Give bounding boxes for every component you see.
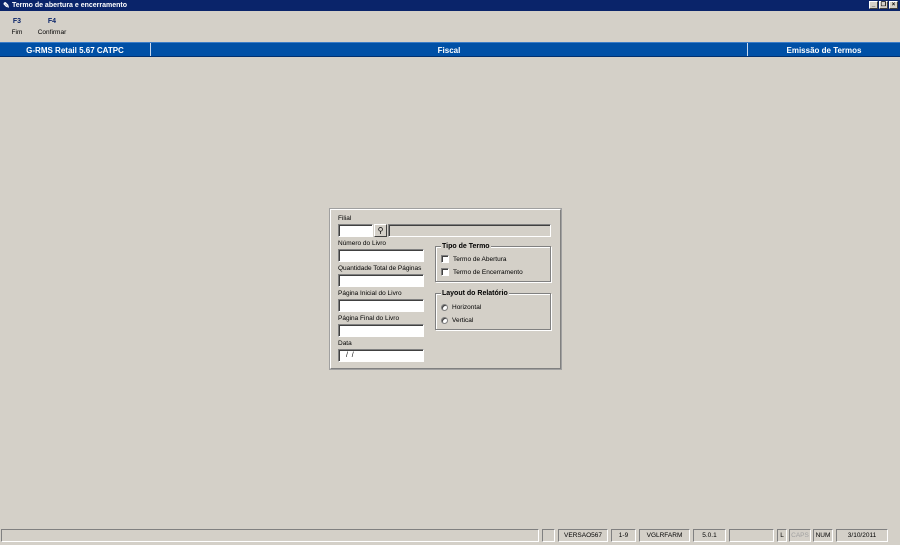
pagina-final-label: Página Final do Livro — [338, 315, 400, 322]
filial-label: Filial — [338, 215, 352, 222]
status-cell — [542, 529, 555, 542]
horizontal-option[interactable]: Horizontal — [441, 304, 481, 311]
termo-encerramento-option[interactable]: Termo de Encerramento — [441, 268, 523, 276]
minimize-button[interactable]: _ — [869, 1, 878, 9]
system-name: G-RMS Retail 5.67 CATPC — [26, 46, 124, 55]
layout-relatorio-group: Layout do Relatório Horizontal Vertical — [435, 289, 551, 330]
binoculars-icon[interactable]: ⚲ — [374, 224, 387, 237]
confirmar-button[interactable]: F4 Confirmar — [34, 16, 70, 38]
tipo-termo-group: Tipo de Termo Termo de Abertura Termo de… — [435, 242, 551, 282]
confirmar-key: F4 — [47, 18, 57, 25]
numero-livro-input[interactable] — [338, 249, 424, 262]
status-num: NUM — [813, 529, 833, 542]
termo-abertura-checkbox[interactable] — [441, 255, 449, 263]
status-range: 1-9 — [611, 529, 636, 542]
horizontal-radio[interactable] — [441, 304, 448, 311]
window-title-bar[interactable]: ✎ Termo de abertura e encerramento _ ❐ × — [0, 0, 900, 11]
screen-name: Emissão de Termos — [786, 46, 862, 55]
pagina-inicial-label: Página Inicial do Livro — [338, 290, 402, 297]
vertical-label: Vertical — [452, 317, 474, 324]
termo-abertura-label: Termo de Abertura — [453, 255, 507, 263]
vertical-option[interactable]: Vertical — [441, 317, 473, 324]
window-title: Termo de abertura e encerramento — [12, 2, 128, 9]
status-message — [1, 529, 539, 542]
termo-abertura-option[interactable]: Termo de Abertura — [441, 255, 506, 263]
restore-button[interactable]: ❐ — [879, 1, 888, 9]
context-header-bar: G-RMS Retail 5.67 CATPC Fiscal Emissão d… — [0, 42, 900, 57]
quantidade-paginas-label: Quantidade Total de Páginas — [338, 265, 422, 272]
horizontal-label: Horizontal — [452, 304, 482, 311]
status-bar: VERSAO567 1-9 VGLRFARM 5.0.1 L CAPS NUM … — [0, 529, 900, 543]
status-release: 5.0.1 — [693, 529, 726, 542]
status-l: L — [777, 529, 787, 542]
pagina-inicial-input[interactable] — [338, 299, 424, 312]
fim-button[interactable]: F3 Fim — [8, 16, 26, 38]
close-button[interactable]: × — [889, 1, 898, 9]
vertical-radio[interactable] — [441, 317, 448, 324]
window-controls: _ ❐ × — [869, 1, 898, 9]
termo-encerramento-checkbox[interactable] — [441, 268, 449, 276]
layout-relatorio-legend: Layout do Relatório — [441, 289, 509, 298]
form-panel: Filial ⚲ Número do Livro Quantidade Tota… — [329, 208, 562, 370]
app-icon: ✎ — [3, 1, 10, 10]
status-version: VERSAO567 — [558, 529, 608, 542]
fim-key: F3 — [12, 18, 22, 25]
fim-label: Fim — [11, 29, 23, 36]
status-caps: CAPS — [789, 529, 811, 542]
quantidade-paginas-input[interactable] — [338, 274, 424, 287]
data-label: Data — [338, 340, 352, 347]
confirmar-label: Confirmar — [37, 29, 67, 36]
status-date: 3/10/2011 — [836, 529, 888, 542]
data-input[interactable]: / / — [338, 349, 424, 362]
termo-encerramento-label: Termo de Encerramento — [453, 268, 523, 276]
tipo-termo-legend: Tipo de Termo — [441, 242, 491, 251]
status-database: VGLRFARM — [639, 529, 690, 542]
status-cell — [729, 529, 774, 542]
filial-name-field — [388, 224, 551, 237]
numero-livro-label: Número do Livro — [338, 240, 387, 247]
pagina-final-input[interactable] — [338, 324, 424, 337]
filial-input[interactable] — [338, 224, 373, 237]
module-name: Fiscal — [437, 46, 461, 55]
